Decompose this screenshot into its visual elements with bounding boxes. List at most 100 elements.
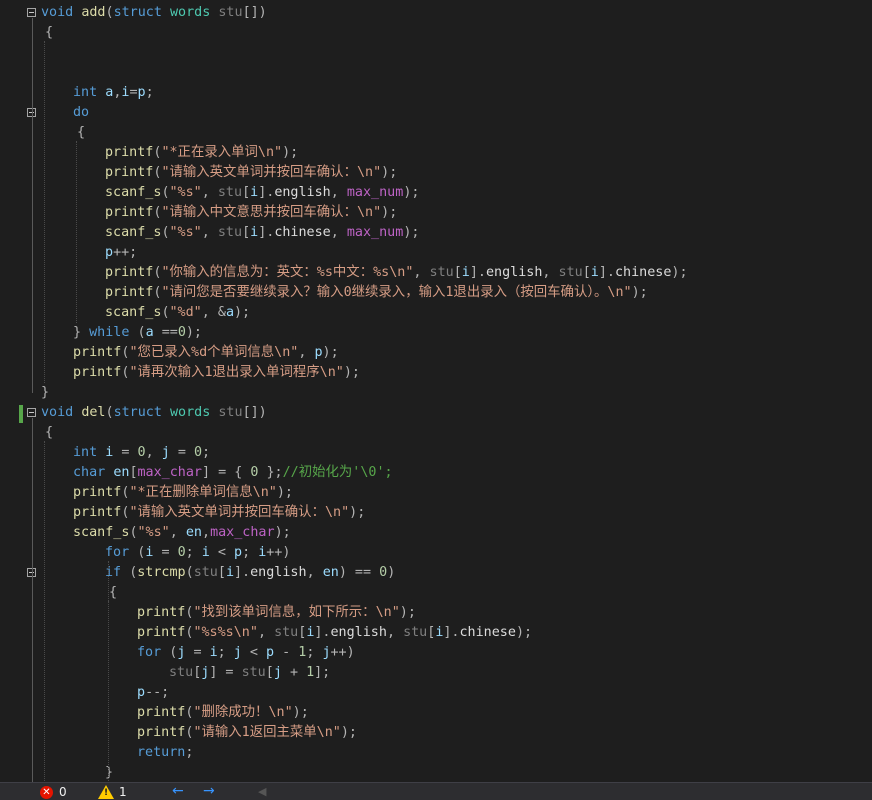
code-token: ); bbox=[292, 705, 309, 720]
code-token: add bbox=[81, 5, 106, 20]
collapse-toggle-icon[interactable] bbox=[27, 8, 36, 17]
code-line[interactable]: for (j = i; j < p - 1; j++) bbox=[41, 643, 355, 663]
code-line[interactable]: printf("请问您是否要继续录入？输入0继续录入，输入1退出录入（按回车确认… bbox=[41, 283, 648, 303]
code-token: "*正在删除单词信息\n" bbox=[129, 485, 277, 500]
code-line[interactable]: { bbox=[41, 583, 117, 603]
warning-icon[interactable]: ! bbox=[98, 785, 114, 799]
code-line[interactable]: printf("请输入中文意思并按回车确认：\n"); bbox=[41, 203, 397, 223]
code-token: stu bbox=[218, 5, 243, 20]
code-line[interactable]: char en[max_char] = { 0 };//初始化为'\0'; bbox=[41, 463, 393, 483]
code-token: stu bbox=[429, 265, 454, 280]
code-token: int bbox=[73, 85, 98, 100]
code-line[interactable]: printf("请输入英文单词并按回车确认：\n"); bbox=[41, 503, 365, 523]
code-line[interactable]: } bbox=[41, 763, 113, 782]
code-token: words bbox=[170, 5, 211, 20]
code-line[interactable]: printf("%s%s\n", stu[i].english, stu[i].… bbox=[41, 623, 532, 643]
code-line[interactable]: printf("删除成功！\n"); bbox=[41, 703, 309, 723]
code-token: stu bbox=[217, 185, 243, 200]
code-line[interactable]: { bbox=[41, 23, 53, 43]
code-token: j bbox=[233, 645, 242, 660]
code-line[interactable]: { bbox=[41, 123, 85, 143]
code-token: ); bbox=[515, 625, 533, 640]
code-token: ( bbox=[137, 325, 146, 340]
code-token: ); bbox=[349, 505, 366, 520]
indent-guide bbox=[108, 561, 109, 782]
code-token: ; bbox=[185, 545, 202, 560]
code-token: printf bbox=[105, 165, 154, 180]
code-editor[interactable]: void add(struct words stu[]) { int a,i=p; d… bbox=[0, 0, 872, 782]
indent-guide bbox=[76, 141, 77, 323]
code-token: void bbox=[41, 5, 74, 20]
error-icon[interactable]: ✕ bbox=[40, 786, 53, 799]
code-token: ]. bbox=[598, 265, 615, 280]
code-line[interactable]: scanf_s("%s", stu[i].english, max_num); bbox=[41, 183, 419, 203]
code-line[interactable]: printf("您已录入%d个单词信息\n", p); bbox=[41, 343, 339, 363]
code-line[interactable]: do bbox=[41, 103, 89, 123]
code-token: scanf_s bbox=[105, 225, 162, 240]
scroll-left-icon[interactable]: ◀ bbox=[258, 783, 266, 800]
code-line[interactable]: printf("请再次输入1退出录入单词程序\n"); bbox=[41, 363, 360, 383]
code-token: stu bbox=[218, 405, 243, 420]
warning-count[interactable]: 1 bbox=[119, 784, 127, 800]
code-token: - bbox=[282, 645, 291, 660]
code-token: "删除成功！\n" bbox=[193, 705, 293, 720]
code-line[interactable]: int i = 0, j = 0; bbox=[41, 443, 210, 463]
code-line[interactable]: printf("*正在删除单词信息\n"); bbox=[41, 483, 293, 503]
code-line[interactable]: void del(struct words stu[]) bbox=[41, 403, 267, 423]
code-line[interactable]: } bbox=[41, 383, 49, 403]
code-line[interactable]: int a,i=p; bbox=[41, 83, 154, 103]
collapse-toggle-icon[interactable] bbox=[27, 408, 36, 417]
code-token: printf bbox=[105, 265, 154, 280]
code-token: printf bbox=[137, 605, 186, 620]
code-line[interactable]: { bbox=[41, 423, 53, 443]
back-arrow-icon[interactable]: ← bbox=[172, 783, 184, 800]
code-token: { bbox=[45, 25, 54, 40]
code-token: "%s" bbox=[137, 525, 170, 540]
code-token: ( bbox=[105, 5, 114, 20]
code-token: ]. bbox=[234, 565, 251, 580]
code-line[interactable]: scanf_s("%s", stu[i].chinese, max_num); bbox=[41, 223, 419, 243]
code-line[interactable]: scanf_s("%s", en,max_char); bbox=[41, 523, 291, 543]
code-token: ]; bbox=[314, 665, 331, 680]
code-token: ; bbox=[217, 645, 234, 660]
code-token: ; bbox=[306, 645, 323, 660]
code-line[interactable]: printf("找到该单词信息，如下所示：\n"); bbox=[41, 603, 416, 623]
code-token: 0 bbox=[379, 565, 388, 580]
code-token: [ bbox=[242, 185, 251, 200]
code-token: printf bbox=[137, 625, 186, 640]
code-line[interactable]: return; bbox=[41, 743, 193, 763]
code-line[interactable]: void add(struct words stu[]) bbox=[41, 3, 267, 23]
code-token: char bbox=[73, 465, 106, 480]
code-token: ); bbox=[274, 525, 291, 540]
code-token: 1 bbox=[306, 665, 315, 680]
code-token: ); bbox=[399, 605, 416, 620]
code-line[interactable]: printf("你输入的信息为：英文：%s中文：%s\n", stu[i].en… bbox=[41, 263, 688, 283]
code-token: ] = { bbox=[202, 465, 251, 480]
code-token: ( bbox=[105, 405, 114, 420]
code-token: for bbox=[137, 645, 162, 660]
code-line[interactable]: } while (a ==0); bbox=[41, 323, 202, 343]
code-line[interactable]: scanf_s("%d", &a); bbox=[41, 303, 250, 323]
code-token: [ bbox=[217, 565, 226, 580]
code-line[interactable]: printf("请输入1返回主菜单\n"); bbox=[41, 723, 357, 743]
code-line[interactable]: if (strcmp(stu[i].english, en) == 0) bbox=[41, 563, 395, 583]
code-token: [ bbox=[265, 665, 274, 680]
code-token: ]. bbox=[469, 265, 486, 280]
code-line[interactable]: stu[j] = stu[j + 1]; bbox=[41, 663, 330, 683]
error-count[interactable]: 0 bbox=[59, 784, 67, 800]
code-line[interactable]: p--; bbox=[41, 683, 169, 703]
code-line[interactable]: printf("*正在录入单词\n"); bbox=[41, 143, 298, 163]
forward-arrow-icon[interactable]: → bbox=[203, 783, 215, 800]
code-token: max_num bbox=[346, 225, 404, 240]
status-bar: ✕ 0 ! 1 ← → ◀ bbox=[0, 782, 872, 800]
code-token: ); bbox=[403, 225, 420, 240]
code-line[interactable]: p++; bbox=[41, 243, 137, 263]
code-token: printf bbox=[73, 505, 122, 520]
code-line[interactable]: for (i = 0; i < p; i++) bbox=[41, 543, 290, 563]
code-line[interactable]: printf("请输入英文单词并按回车确认：\n"); bbox=[41, 163, 397, 183]
code-token: for bbox=[105, 545, 130, 560]
code-token: , bbox=[169, 525, 186, 540]
code-token: < bbox=[249, 645, 258, 660]
